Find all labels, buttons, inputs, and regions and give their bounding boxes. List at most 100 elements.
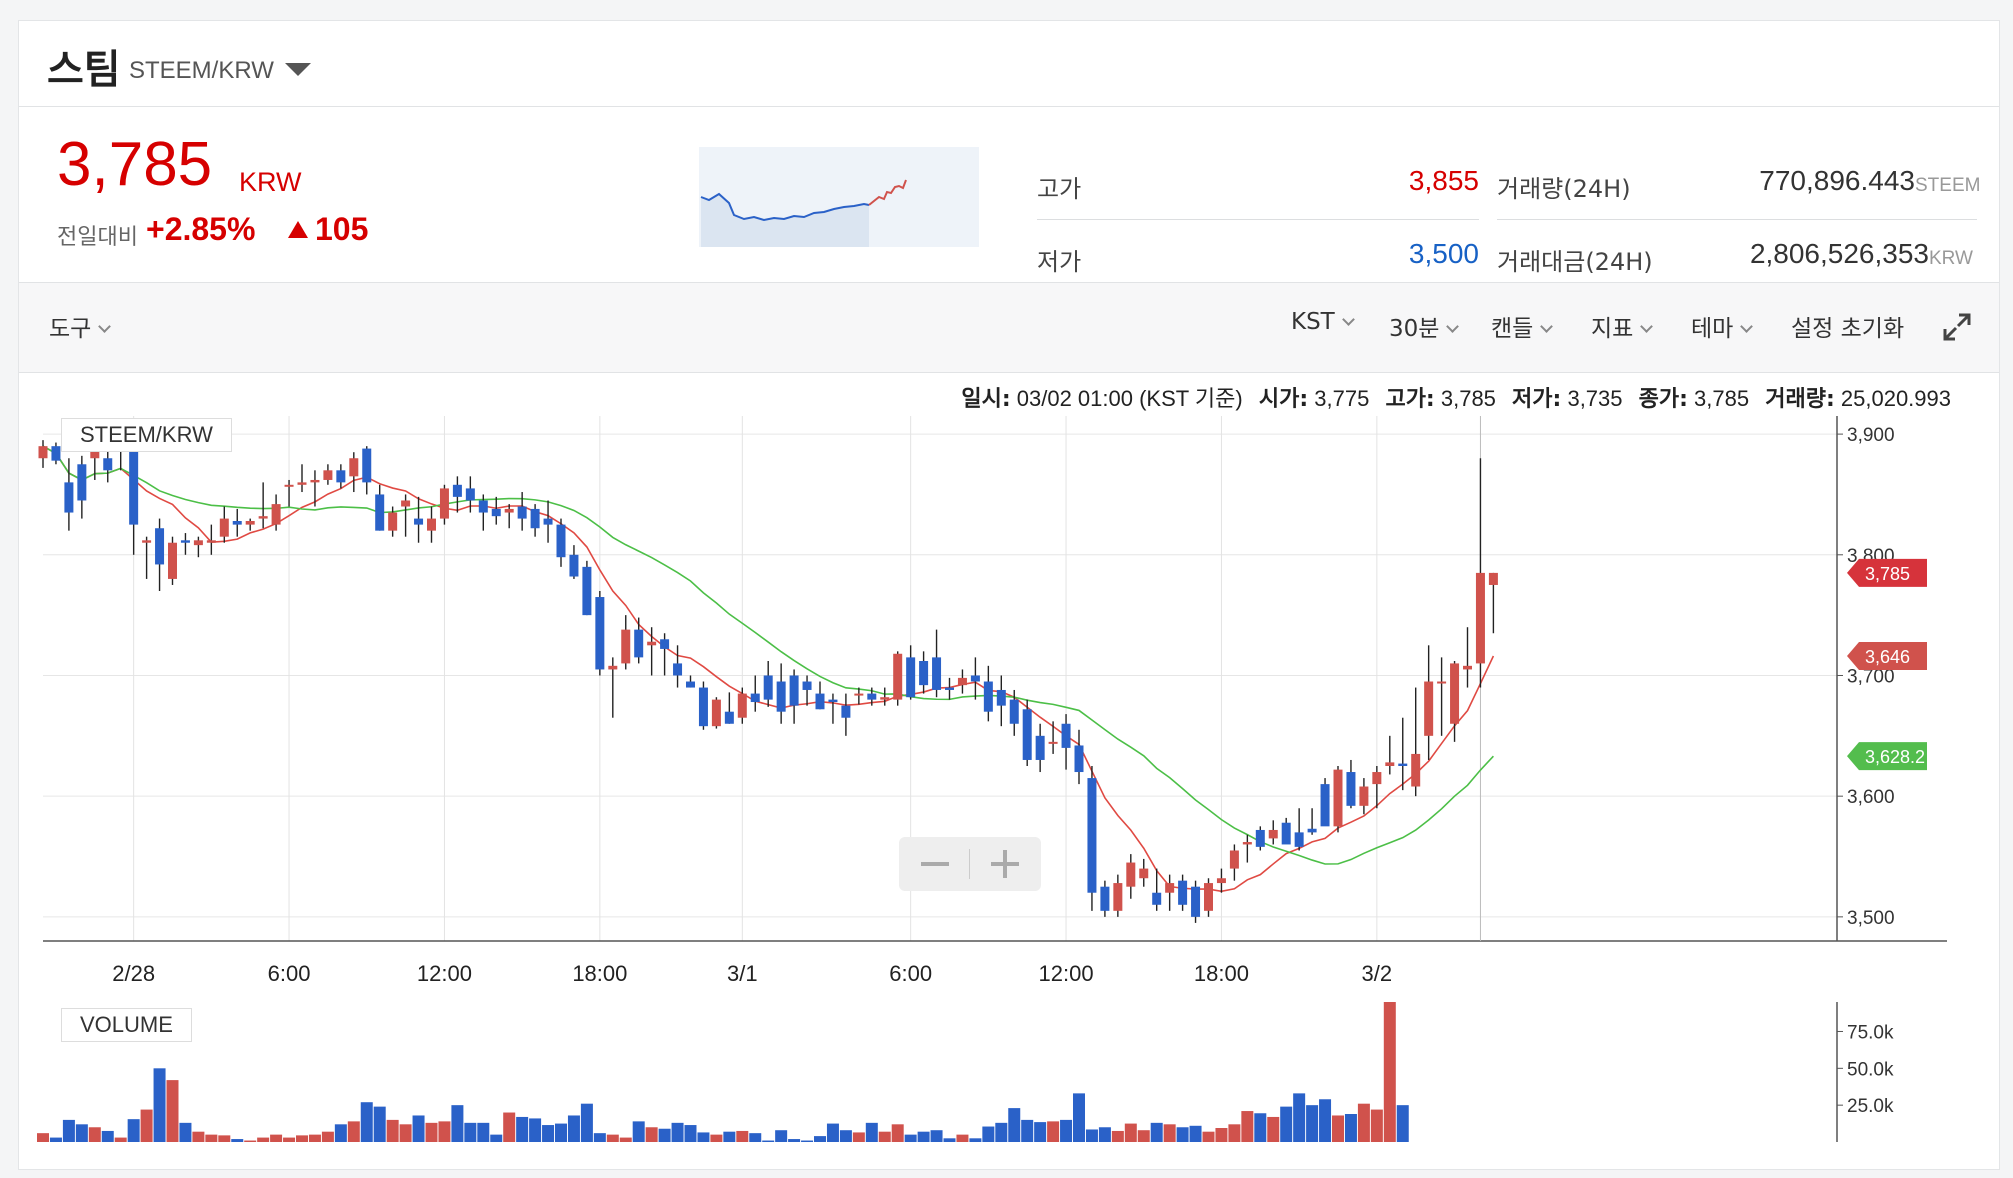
candle-body xyxy=(1126,862,1136,887)
volume-bar xyxy=(205,1134,218,1142)
volume-bar xyxy=(516,1116,529,1142)
volume-bar xyxy=(1189,1125,1202,1142)
volume-bar xyxy=(632,1121,645,1142)
volume-bar xyxy=(49,1137,62,1142)
last-price-tag-label: 3,785 xyxy=(1865,564,1910,584)
volume-bar xyxy=(1370,1109,1383,1142)
coin-dropdown-icon[interactable] xyxy=(285,63,311,76)
volume-bar xyxy=(490,1134,503,1142)
price-chart[interactable]: 3,5003,6003,7003,8003,9002/28 6:00 12:00 18… xyxy=(19,416,2001,1001)
candle-body xyxy=(1229,850,1239,869)
volume-bar xyxy=(1137,1130,1150,1142)
candle-body xyxy=(841,705,851,718)
candle-body xyxy=(1346,772,1356,806)
candle-body xyxy=(957,677,967,686)
candle-body xyxy=(582,566,592,616)
candle-body xyxy=(673,663,683,676)
mini-chart-area xyxy=(701,194,869,247)
volume-bar xyxy=(762,1140,775,1142)
timezone-menu[interactable]: KST xyxy=(1291,309,1355,335)
volume-bar xyxy=(257,1137,270,1142)
volume-bar xyxy=(308,1134,321,1142)
volume-bar xyxy=(606,1134,619,1142)
candle-body xyxy=(854,693,864,696)
fullscreen-icon[interactable] xyxy=(1943,313,1971,341)
candle-body xyxy=(1139,868,1149,879)
candle-body xyxy=(1411,753,1421,787)
candle-body xyxy=(556,524,566,558)
volume-bar xyxy=(451,1105,464,1142)
volume-bar xyxy=(930,1130,943,1142)
candle-body xyxy=(465,488,475,501)
candle-body xyxy=(996,689,1006,706)
x-tick-label: 12:00 xyxy=(1039,961,1094,986)
volume-bar xyxy=(788,1139,801,1142)
candle-body xyxy=(219,518,229,537)
info-high-label: 고가: xyxy=(1385,387,1435,412)
indicator-menu[interactable]: 지표 xyxy=(1591,309,1654,343)
exchange-panel: 스팀 STEEM/KRW 3,785 KRW 전일대비 +2.85% 105 고… xyxy=(18,20,2000,1170)
volume-bar xyxy=(360,1102,373,1142)
volume-bar xyxy=(1293,1093,1306,1142)
volume-bar xyxy=(464,1122,477,1142)
candle-body xyxy=(168,542,177,579)
volume-y-tick-label: 50.0k xyxy=(1847,1059,1894,1080)
candle-body xyxy=(310,479,320,483)
reset-settings-button[interactable]: 설정 초기화 xyxy=(1791,309,1904,343)
volume-bar xyxy=(1008,1108,1021,1142)
candle-body xyxy=(284,484,294,487)
volume-bar xyxy=(1150,1122,1163,1142)
candle-body xyxy=(336,470,346,483)
triangle-up-icon xyxy=(288,221,308,238)
volume-bar xyxy=(1215,1128,1228,1142)
interval-label: 30분 xyxy=(1389,316,1440,342)
candle-body xyxy=(362,448,372,483)
candle-body xyxy=(1061,723,1071,748)
candle-body xyxy=(906,657,916,698)
amount-24h-unit: KRW xyxy=(1929,248,1973,269)
candle-body xyxy=(38,446,48,459)
volume-bar xyxy=(283,1137,296,1142)
volume-bar xyxy=(347,1121,360,1142)
candle-body xyxy=(1009,699,1019,724)
volume-bar xyxy=(645,1127,658,1142)
candle-body xyxy=(491,508,501,517)
volume-bar xyxy=(127,1119,140,1142)
volume-bar xyxy=(1021,1119,1034,1142)
chevron-down-icon xyxy=(1740,320,1754,333)
chart-type-menu[interactable]: 캔들 xyxy=(1491,309,1554,343)
volume-bar xyxy=(917,1131,930,1142)
ma-long-tag-label: 3,628.2 xyxy=(1865,747,1925,767)
candle-body xyxy=(932,657,942,690)
zoom-in-button[interactable] xyxy=(970,837,1040,891)
divider xyxy=(1037,219,1479,220)
change-rate: +2.85% xyxy=(146,211,256,247)
candle-body xyxy=(1437,681,1447,684)
candle-body xyxy=(880,697,890,700)
info-date-value: 03/02 01:00 (KST 기준) xyxy=(1016,386,1243,411)
info-high-value: 3,785 xyxy=(1440,386,1496,411)
volume-bar xyxy=(1383,1002,1396,1142)
volume-bar xyxy=(1280,1106,1293,1142)
candle-body xyxy=(1320,784,1330,827)
tools-menu[interactable]: 도구 xyxy=(49,309,112,343)
candle-body xyxy=(1113,883,1123,911)
zoom-out-button[interactable] xyxy=(899,837,969,891)
price-legend: STEEM/KRW xyxy=(61,418,232,452)
candle-body xyxy=(621,629,631,664)
info-low-label: 저가: xyxy=(1512,387,1562,412)
volume-bar xyxy=(1060,1119,1073,1142)
chevron-down-icon xyxy=(1540,320,1554,333)
theme-menu[interactable]: 테마 xyxy=(1691,309,1754,343)
volume-bar xyxy=(814,1136,826,1142)
volume-bar xyxy=(969,1138,982,1142)
volume-bar xyxy=(801,1140,814,1142)
chevron-down-icon xyxy=(1640,320,1654,333)
candle-body xyxy=(51,446,61,461)
volume-bar xyxy=(1396,1105,1409,1142)
interval-menu[interactable]: 30분 xyxy=(1389,309,1460,343)
volume-bar xyxy=(529,1118,542,1142)
change-amount: 105 xyxy=(315,211,369,247)
volume-bar xyxy=(982,1126,995,1142)
theme-label: 테마 xyxy=(1691,316,1734,342)
